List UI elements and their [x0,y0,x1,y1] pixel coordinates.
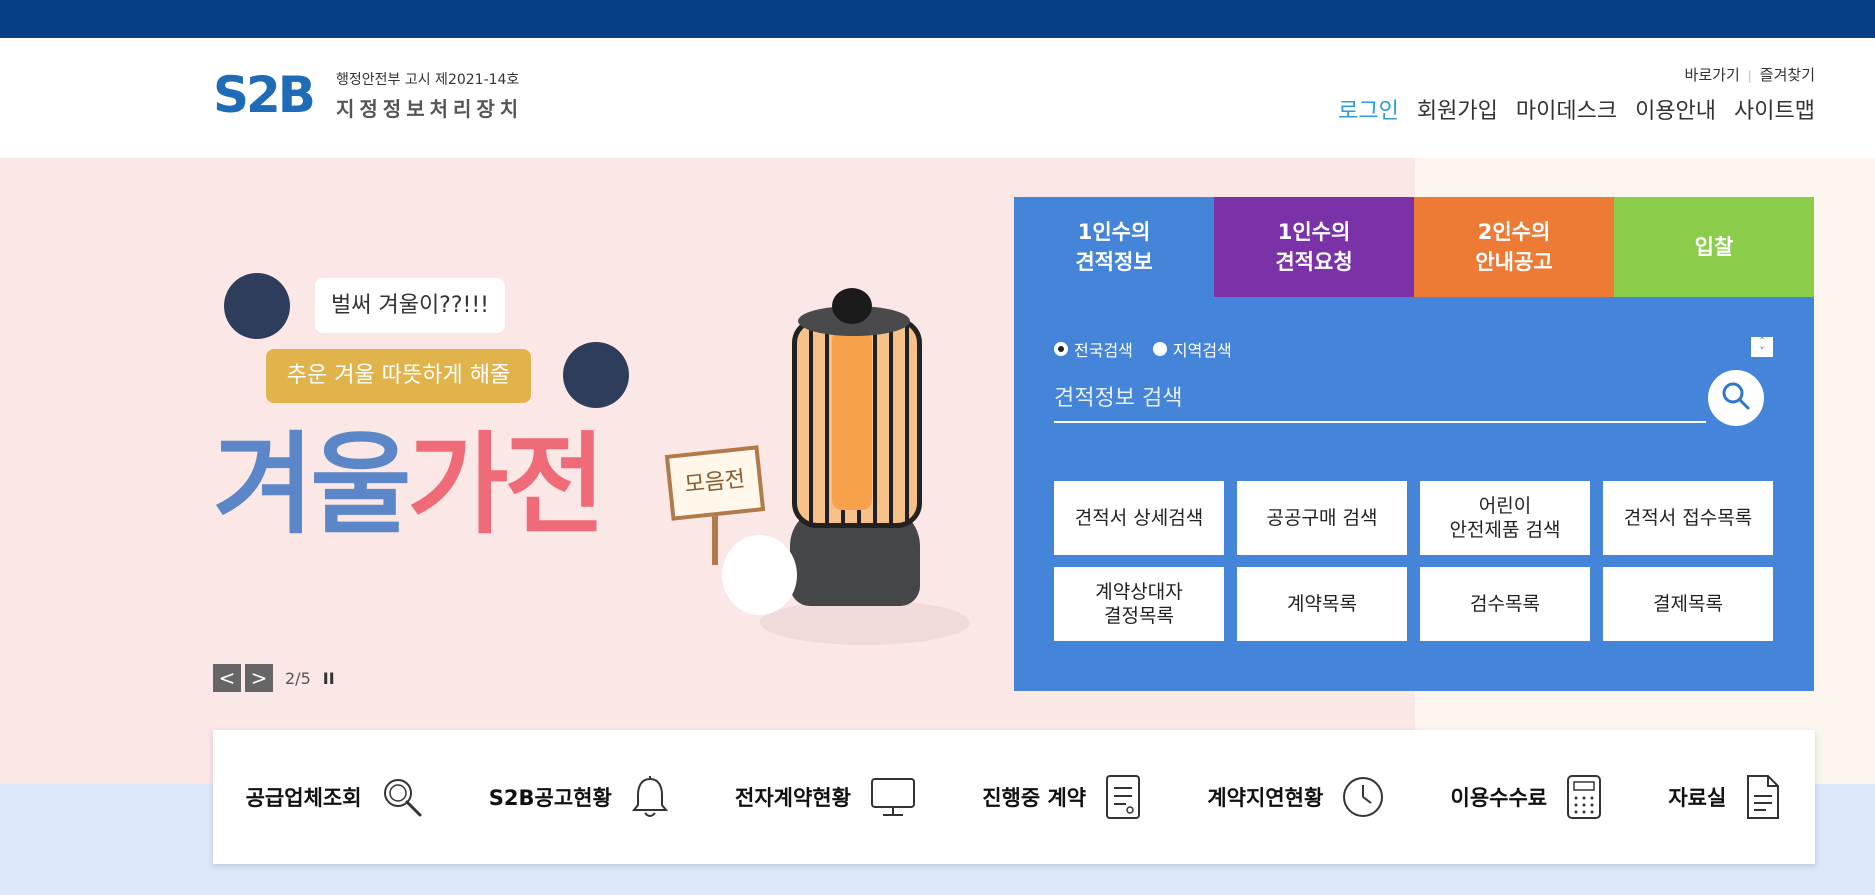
nav-guide[interactable]: 이용안내 [1635,99,1716,124]
search-panel: 1인수의 견적정보 1인수의 견적요청 2인수의 안내공고 입찰 전국검색 지역… [1014,197,1814,691]
speech-bubble-1: 벌써 겨울이??!!! [315,278,505,333]
notice-text: 행정안전부 고시 제2021-14호 [336,72,520,88]
usage-fee-link[interactable]: 이용수수료 [1451,774,1604,820]
contractor-decision-list-button[interactable]: 계약상대자 결정목록 [1054,567,1224,641]
headline-part-1: 겨울 [213,421,411,549]
nav-mydesk[interactable]: 마이데스크 [1516,99,1617,124]
quote-receipt-list-button[interactable]: 견적서 접수목록 [1603,481,1773,555]
util-separator: | [1747,69,1752,83]
quicklink-label: 공급업체조회 [245,786,362,810]
monitor-icon [869,775,917,819]
snowman-avatar-2 [563,342,629,408]
quicklink-label: 진행중 계약 [982,786,1087,810]
shortcut-link[interactable]: 바로가기 [1685,66,1740,84]
search-button[interactable] [1708,370,1764,426]
main-nav: 로그인 회원가입 마이데스크 이용안내 사이트맵 [1320,93,1815,125]
quick-search-grid: 견적서 상세검색 공공구매 검색 어린이 안전제품 검색 견적서 접수목록 계약… [1054,481,1774,641]
org-name: 지정정보처리장치 [336,97,524,121]
search-scope: 전국검색 지역검색 [1054,337,1252,361]
contract-list-button[interactable]: 계약목록 [1237,567,1407,641]
calculator-icon [1565,774,1603,820]
payment-list-button[interactable]: 결제목록 [1603,567,1773,641]
search-input[interactable] [1054,375,1706,423]
nav-signup[interactable]: 회원가입 [1417,99,1498,124]
next-slide-button[interactable]: > [245,664,273,692]
sign-board: 모음전 [664,445,766,521]
sign-stick [712,510,718,565]
radio-nationwide[interactable] [1054,342,1068,356]
archive-link[interactable]: 자료실 [1668,774,1782,820]
snowman-illustration [722,535,797,615]
inspection-list-button[interactable]: 검수목록 [1420,567,1590,641]
contract-delay-link[interactable]: 계약지연현황 [1207,775,1385,819]
clock-icon [1341,775,1385,819]
tab-bidding[interactable]: 입찰 [1614,197,1814,297]
logo[interactable]: S2B [213,70,316,120]
quicklink-label: S2B공고현황 [488,786,612,810]
speech-bubble-2: 추운 겨울 따뜻하게 해줄 [266,349,531,403]
quicklink-label: 전자계약현황 [735,786,851,810]
pause-button[interactable]: II [323,669,335,688]
radio-regional[interactable] [1152,342,1167,356]
ongoing-contract-link[interactable]: 진행중 계약 [982,774,1142,820]
quicklink-label: 계약지연현황 [1207,786,1324,810]
radio-nationwide-label[interactable]: 전국검색 [1074,337,1133,361]
radio-regional-label[interactable]: 지역검색 [1173,337,1232,361]
headline-part-2: 가전 [407,421,605,549]
slide-counter: 2/5 [285,668,311,688]
file-icon [1744,774,1782,820]
s2b-notice-link[interactable]: S2B공고현황 [489,775,670,819]
supplier-lookup-link[interactable]: 공급업체조회 [246,775,424,819]
prev-slide-button[interactable]: < [213,664,241,692]
tab-quote-info[interactable]: 1인수의 견적정보 [1014,197,1214,297]
search-icon [380,775,424,819]
top-bar [0,0,1875,38]
heater-glow [832,330,872,510]
bookmark-link[interactable]: 즐겨찾기 [1760,66,1815,84]
heater-knob [832,288,872,324]
search-icon [1720,380,1752,416]
child-safety-search-button[interactable]: 어린이 안전제품 검색 [1420,481,1590,555]
quicklink-label: 자료실 [1668,786,1727,810]
banner-headline[interactable]: 겨울가전 [213,425,606,545]
bell-icon [630,775,670,819]
spinner-control[interactable]: ˄ ˅ [1751,336,1773,357]
quicklink-label: 이용수수료 [1450,786,1548,810]
tab-quote-request[interactable]: 1인수의 견적요청 [1214,197,1414,297]
e-contract-status-link[interactable]: 전자계약현황 [735,775,917,819]
quote-detail-search-button[interactable]: 견적서 상세검색 [1054,481,1224,555]
tab-announcement[interactable]: 2인수의 안내공고 [1414,197,1614,297]
slide-controls: < > 2/5 II [213,664,335,692]
quick-links-bar: 공급업체조회 S2B공고현황 전자계약현황 진행중 계약 계약지연현황 이용수수… [213,730,1815,864]
document-icon [1104,774,1142,820]
nav-login[interactable]: 로그인 [1338,99,1399,124]
util-links: 바로가기 | 즐겨찾기 [1685,64,1815,85]
nav-sitemap[interactable]: 사이트맵 [1734,99,1815,124]
panel-tabs: 1인수의 견적정보 1인수의 견적요청 2인수의 안내공고 입찰 [1014,197,1814,297]
heater-shadow [760,600,970,645]
snowman-avatar [224,273,290,339]
public-purchase-search-button[interactable]: 공공구매 검색 [1237,481,1407,555]
